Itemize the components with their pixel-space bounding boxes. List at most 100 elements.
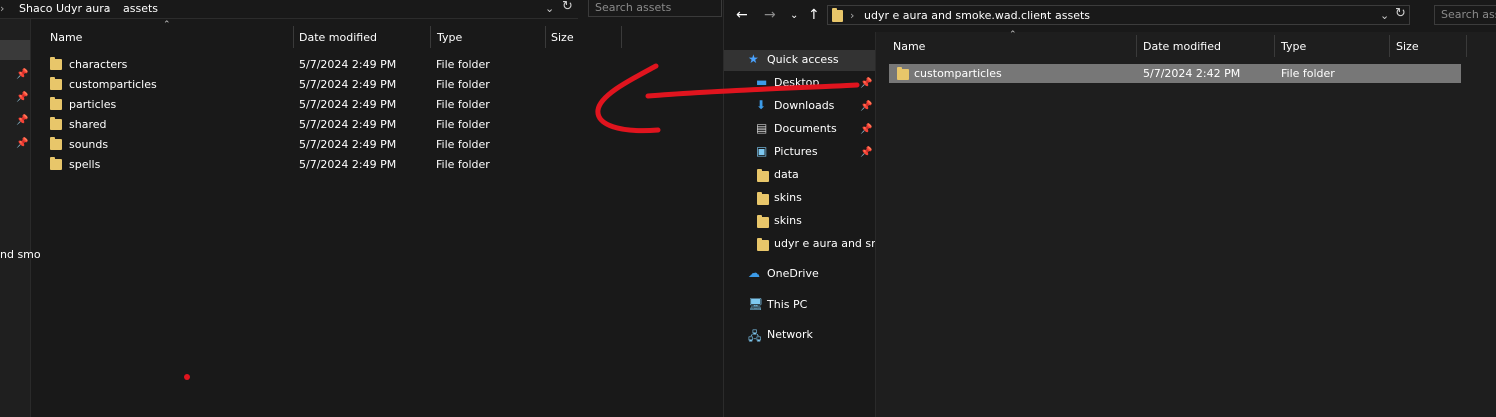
- pin-icon[interactable]: 📌: [860, 101, 872, 112]
- table-row[interactable]: particles 5/7/2024 2:49 PM File folder: [44, 95, 624, 115]
- column-divider[interactable]: [430, 26, 431, 48]
- file-type: File folder: [436, 58, 490, 71]
- breadcrumb-item[interactable]: assets: [123, 2, 158, 15]
- sidebar-item-label: Quick access: [767, 53, 839, 66]
- file-date: 5/7/2024 2:42 PM: [1143, 67, 1241, 80]
- file-date: 5/7/2024 2:49 PM: [299, 158, 397, 171]
- file-type: File folder: [436, 98, 490, 111]
- sidebar-item-pinned[interactable]: ▣ Pictures 📌: [756, 144, 875, 163]
- sidebar-item-pinned[interactable]: ▤ Documents 📌: [756, 121, 875, 140]
- chevron-down-icon[interactable]: ⌄: [1380, 9, 1389, 22]
- folder-icon: [832, 8, 843, 22]
- table-row[interactable]: spells 5/7/2024 2:49 PM File folder: [44, 155, 624, 175]
- left-explorer-window: › Shaco Udyr aura › assets ⌄ ↻ Search as…: [0, 0, 722, 417]
- right-explorer-window: ← → ⌄ ↑ › udyr e aura and smoke.wad.clie…: [723, 0, 1496, 417]
- chevron-down-icon[interactable]: ⌄: [545, 2, 554, 15]
- column-divider[interactable]: [621, 26, 622, 48]
- address-bar[interactable]: › udyr e aura and smoke.wad.client › ass…: [827, 5, 1410, 25]
- table-row[interactable]: shared 5/7/2024 2:49 PM File folder: [44, 115, 624, 135]
- sidebar-item-label: This PC: [767, 298, 808, 311]
- computer-icon: 🖥: [748, 297, 764, 311]
- sidebar-item-recent[interactable]: udyr e aura and smo: [756, 237, 875, 255]
- breadcrumb-chevron-icon: ›: [106, 2, 111, 15]
- folder-icon: [50, 57, 62, 70]
- sidebar-item-label: Documents: [774, 122, 837, 135]
- column-divider[interactable]: [1389, 35, 1390, 57]
- network-icon: 🖧: [748, 329, 762, 343]
- toolbar: ← → ⌄ ↑ › udyr e aura and smoke.wad.clie…: [724, 0, 1496, 32]
- navigation-pane: ★ Quick access ▬ Desktop 📌 ⬇ Downloads 📌 ▤ Docu…: [724, 32, 875, 417]
- refresh-icon[interactable]: ↻: [562, 0, 573, 14]
- file-type: File folder: [436, 138, 490, 151]
- sidebar-item-label: Network: [767, 328, 813, 341]
- star-icon: ★: [748, 52, 759, 66]
- search-input[interactable]: Search asse: [1434, 5, 1496, 25]
- pin-icon[interactable]: 📌: [860, 78, 872, 89]
- sidebar-item-recent[interactable]: skins: [756, 214, 875, 232]
- sidebar-item-label: data: [774, 168, 799, 181]
- address-bar[interactable]: › Shaco Udyr aura › assets: [0, 0, 578, 19]
- documents-icon: ▤: [756, 121, 768, 135]
- column-header-type[interactable]: Type: [1281, 40, 1306, 53]
- sidebar-item-recent[interactable]: data: [756, 168, 875, 186]
- search-input[interactable]: Search assets: [588, 0, 722, 17]
- cloud-icon: ☁: [748, 266, 760, 280]
- sidebar-item-pinned[interactable]: ⬇ Downloads 📌: [756, 98, 875, 117]
- file-type: File folder: [436, 118, 490, 131]
- pin-icon: 📌: [16, 92, 29, 103]
- breadcrumb-item[interactable]: udyr e aura and smoke.wad.client: [864, 9, 1051, 22]
- sidebar-item-pinned[interactable]: ▬ Desktop 📌: [756, 75, 875, 94]
- file-name: particles: [69, 98, 117, 111]
- file-type: File folder: [436, 78, 490, 91]
- sidebar-item-label: skins: [774, 191, 802, 204]
- nav-item-label[interactable]: nd smo: [0, 248, 41, 261]
- column-divider[interactable]: [293, 26, 294, 48]
- navigation-pane: 📌 📌 📌 📌 nd smo: [0, 19, 41, 417]
- file-date: 5/7/2024 2:49 PM: [299, 98, 397, 111]
- sidebar-item-label: OneDrive: [767, 267, 819, 280]
- table-row[interactable]: customparticles 5/7/2024 2:49 PM File fold…: [44, 75, 624, 95]
- refresh-icon[interactable]: ↻: [1395, 6, 1406, 21]
- sidebar-item-label: Pictures: [774, 145, 818, 158]
- file-date: 5/7/2024 2:49 PM: [299, 58, 397, 71]
- sidebar-item-label: skins: [774, 214, 802, 227]
- file-name: sounds: [69, 138, 109, 151]
- table-row[interactable]: customparticles 5/7/2024 2:42 PM File fold…: [889, 64, 1461, 84]
- column-divider[interactable]: [545, 26, 546, 48]
- downloads-icon: ⬇: [756, 98, 767, 112]
- nav-selected-item[interactable]: [0, 40, 30, 60]
- sort-ascending-icon: ⌃: [1009, 30, 1017, 40]
- column-divider[interactable]: [1274, 35, 1275, 57]
- column-header-name[interactable]: Name: [50, 31, 82, 44]
- column-header-date[interactable]: Date modified: [299, 31, 377, 44]
- up-arrow-icon[interactable]: ↑: [808, 7, 820, 23]
- sidebar-item-label: Downloads: [774, 99, 835, 112]
- column-header-type[interactable]: Type: [437, 31, 462, 44]
- pictures-icon: ▣: [756, 144, 768, 158]
- column-header-size[interactable]: Size: [1396, 40, 1419, 53]
- table-row[interactable]: characters 5/7/2024 2:49 PM File folder: [44, 55, 624, 75]
- column-divider[interactable]: [1136, 35, 1137, 57]
- desktop-icon: ▬: [756, 75, 768, 89]
- forward-arrow-icon[interactable]: →: [764, 7, 776, 23]
- breadcrumb-item[interactable]: assets: [1055, 9, 1090, 22]
- file-list-pane: ⌃ Name Date modified Type Size custompar…: [875, 30, 1496, 417]
- sidebar-item-recent[interactable]: skins: [756, 191, 875, 209]
- column-header-name[interactable]: Name: [893, 40, 925, 53]
- column-header-date[interactable]: Date modified: [1143, 40, 1221, 53]
- table-row[interactable]: sounds 5/7/2024 2:49 PM File folder: [44, 135, 624, 155]
- file-name: characters: [69, 58, 128, 71]
- pin-icon[interactable]: 📌: [860, 147, 872, 158]
- column-header-size[interactable]: Size: [551, 31, 574, 44]
- recent-locations-chevron-icon[interactable]: ⌄: [790, 10, 798, 21]
- breadcrumb-chevron-icon: ›: [850, 9, 855, 22]
- folder-icon: [757, 238, 769, 251]
- back-arrow-icon[interactable]: ←: [736, 7, 748, 23]
- file-name: spells: [69, 158, 101, 171]
- column-divider[interactable]: [1466, 35, 1467, 57]
- breadcrumb-item[interactable]: Shaco Udyr aura: [19, 2, 111, 15]
- file-date: 5/7/2024 2:49 PM: [299, 138, 397, 151]
- pin-icon[interactable]: 📌: [860, 124, 872, 135]
- sidebar-item-label: udyr e aura and smo: [774, 237, 875, 250]
- folder-icon: [757, 215, 769, 228]
